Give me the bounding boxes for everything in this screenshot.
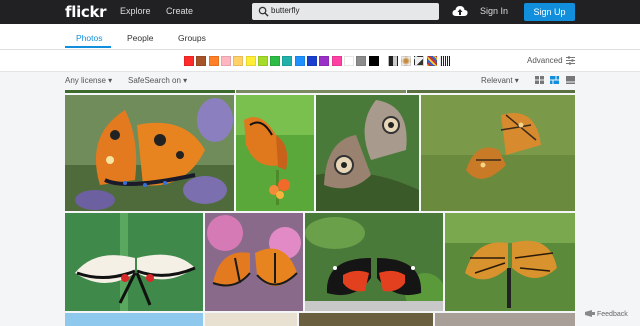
photo-checkerspot-butterfly[interactable] (445, 213, 575, 311)
color-swatch[interactable] (196, 56, 207, 66)
photo-thumbnail[interactable] (236, 90, 406, 93)
photo-owl-eye-butterfly[interactable] (316, 95, 419, 211)
search-icon (258, 6, 269, 17)
justified-view-icon[interactable] (550, 76, 559, 84)
photo-tortoiseshell-butterfly[interactable] (65, 95, 234, 211)
upload-cloud-icon[interactable] (452, 4, 468, 18)
photo-monarch-butterfly[interactable] (205, 213, 303, 311)
license-dropdown[interactable]: Any license (65, 76, 112, 85)
minimalist-filter[interactable] (414, 56, 424, 66)
photo-thumbnail[interactable] (299, 313, 433, 326)
photo-thumbnail[interactable] (435, 313, 575, 326)
search-input[interactable]: butterfly (271, 6, 299, 15)
color-swatch[interactable] (257, 56, 268, 66)
photo-fritillary-butterfly[interactable] (421, 95, 575, 211)
active-tab-indicator (65, 46, 111, 48)
flickr-logo[interactable]: flickr (65, 3, 107, 21)
sign-in-link[interactable]: Sign In (480, 6, 508, 16)
color-swatch[interactable] (245, 56, 256, 66)
color-swatch[interactable] (220, 56, 231, 66)
color-swatch[interactable] (233, 56, 244, 66)
black-and-white-filter[interactable] (388, 56, 398, 66)
nav-create[interactable]: Create (166, 6, 193, 16)
color-swatch[interactable] (319, 56, 330, 66)
texture-filter[interactable] (440, 56, 450, 66)
color-swatch[interactable] (270, 56, 281, 66)
color-swatch[interactable] (331, 56, 342, 66)
search-box[interactable]: butterfly (252, 3, 439, 20)
safesearch-dropdown[interactable]: SafeSearch on (128, 76, 187, 85)
color-swatch[interactable] (282, 56, 293, 66)
photo-thumbnail[interactable] (407, 90, 575, 93)
nav-explore[interactable]: Explore (120, 6, 151, 16)
photo-red-black-butterfly[interactable] (305, 213, 443, 311)
color-swatch[interactable] (343, 56, 354, 66)
feedback-link[interactable]: Feedback (597, 311, 628, 318)
color-swatch[interactable] (294, 56, 305, 66)
grid-view-icon[interactable] (535, 76, 544, 84)
detail-view-icon[interactable] (566, 76, 575, 84)
sign-up-button[interactable]: Sign Up (524, 3, 575, 21)
color-swatch[interactable] (208, 56, 219, 66)
sliders-icon[interactable] (566, 56, 575, 65)
tab-photos[interactable]: Photos (76, 33, 102, 43)
tab-groups[interactable]: Groups (178, 33, 206, 43)
color-swatch[interactable] (184, 56, 194, 66)
photo-orange-butterfly-flower[interactable] (236, 95, 314, 211)
pattern-filter[interactable] (427, 56, 437, 66)
advanced-search-link[interactable]: Advanced (527, 56, 563, 65)
sort-dropdown[interactable]: Relevant (481, 76, 519, 85)
tab-people[interactable]: People (127, 33, 153, 43)
feedback-icon[interactable] (585, 310, 595, 319)
shallow-depth-filter[interactable] (401, 56, 411, 66)
photo-thumbnail[interactable] (65, 90, 235, 93)
color-swatch[interactable] (356, 56, 367, 66)
photo-thumbnail[interactable] (205, 313, 297, 326)
color-swatch[interactable] (307, 56, 317, 66)
photo-thumbnail[interactable] (65, 313, 203, 326)
photo-swallowtail-butterfly[interactable] (65, 213, 203, 311)
color-swatch[interactable] (368, 56, 379, 66)
